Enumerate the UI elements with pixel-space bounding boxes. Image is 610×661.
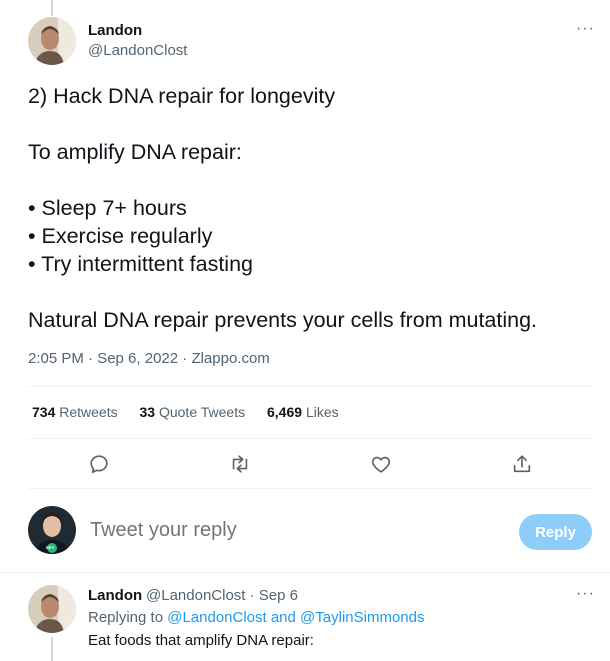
quote-tweets-label: Quote Tweets: [158, 404, 246, 420]
divider: [0, 572, 610, 573]
author-avatar-image: [28, 17, 76, 65]
retweet-icon: [232, 455, 248, 473]
tweet-line-gap: [28, 166, 598, 194]
reply-button[interactable]: [83, 448, 115, 480]
thread-line-top: [51, 0, 53, 16]
like-icon: [371, 456, 391, 473]
thread-line-bottom: [51, 637, 53, 661]
reply-input[interactable]: [90, 519, 490, 542]
reply-icon: [90, 455, 108, 474]
tweet-line: • Sleep 7+ hours: [28, 196, 187, 220]
reply-author-avatar[interactable]: [28, 585, 76, 633]
tweet-text: 2) Hack DNA repair for longevity To ampl…: [28, 82, 598, 334]
author-name[interactable]: Landon: [88, 22, 142, 39]
tweet-line: Natural DNA repair prevents your cells f…: [28, 308, 538, 332]
user-avatar-badge: RPV: [46, 545, 55, 550]
quote-tweets-count: 33: [139, 404, 156, 420]
tweet-stats: 734 Retweets 33 Quote Tweets 6,469 Likes: [32, 404, 357, 420]
tweet-line: • Try intermittent fasting: [28, 252, 253, 276]
likes-count: 6,469: [267, 404, 303, 420]
author-handle[interactable]: @LandonClost: [88, 42, 187, 59]
likes-label: Likes: [305, 404, 339, 420]
reply-more-options-icon[interactable]: ···: [576, 585, 595, 603]
reply-author-avatar-image: [28, 585, 76, 633]
replying-to-users-link[interactable]: @LandonClost and @TaylinSimmonds: [167, 609, 424, 626]
user-avatar[interactable]: RPV: [28, 506, 76, 554]
tweet-meta: 2:05 PM · Sep 6, 2022 · Zlappo.com: [28, 350, 270, 367]
tweet-line: 2) Hack DNA repair for longevity: [28, 84, 336, 108]
share-button[interactable]: [506, 448, 538, 480]
reply-author-name[interactable]: Landon: [88, 587, 142, 604]
tweet-line: To amplify DNA repair:: [28, 140, 242, 164]
tweet-line-gap: [28, 110, 598, 138]
tweet-source-link[interactable]: Zlappo.com: [191, 350, 269, 367]
author-avatar[interactable]: [28, 17, 76, 65]
divider: [28, 488, 594, 489]
share-icon: [513, 455, 531, 473]
like-button[interactable]: [365, 448, 397, 480]
quote-tweets-stat[interactable]: 33 Quote Tweets: [140, 404, 246, 420]
divider: [28, 386, 594, 387]
reply-handle-time[interactable]: @LandonClost · Sep 6: [146, 587, 298, 604]
more-options-icon[interactable]: ···: [576, 20, 595, 38]
retweets-label: Retweets: [59, 404, 118, 420]
retweets-stat[interactable]: 734 Retweets: [32, 404, 118, 420]
tweet-line-gap: [28, 278, 598, 306]
likes-stat[interactable]: 6,469 Likes: [267, 404, 339, 420]
tweet-actions: [28, 448, 594, 480]
reply-tweet-text: Eat foods that amplify DNA repair:: [88, 632, 314, 649]
tweet-line: • Exercise regularly: [28, 224, 213, 248]
divider: [28, 438, 594, 439]
replying-to: Replying to @LandonClost and @TaylinSimm…: [88, 609, 424, 626]
tweet-time-link[interactable]: 2:05 PM · Sep 6, 2022 ·: [28, 350, 191, 367]
replying-to-prefix: Replying to: [88, 609, 168, 626]
retweet-button[interactable]: [224, 448, 256, 480]
retweets-count: 734: [32, 404, 56, 420]
reply-submit-button[interactable]: Reply: [519, 514, 592, 550]
